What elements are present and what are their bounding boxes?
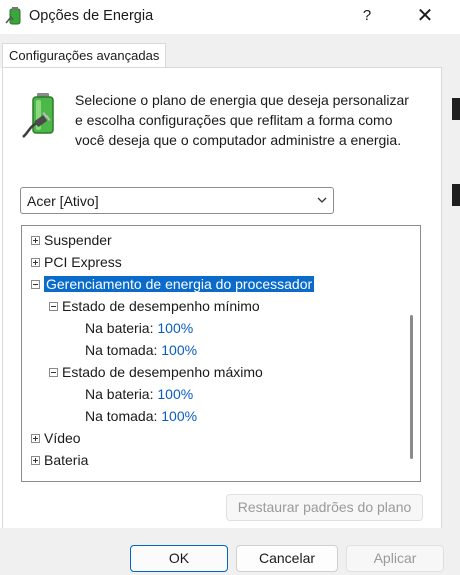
tree-item-pci-express[interactable]: PCI Express bbox=[31, 251, 122, 273]
expand-icon[interactable] bbox=[31, 455, 40, 465]
power-options-icon bbox=[5, 7, 21, 25]
max-plugged-value[interactable]: 100% bbox=[161, 408, 197, 424]
cancel-button[interactable]: Cancelar bbox=[236, 545, 338, 572]
close-button[interactable]: ✕ bbox=[402, 0, 448, 32]
expand-icon[interactable] bbox=[31, 235, 40, 245]
power-plan-dropdown[interactable]: Acer [Ativo] bbox=[20, 187, 334, 214]
settings-tree[interactable]: Suspender PCI Express Gerenciamento de e… bbox=[21, 225, 421, 482]
min-plugged-value[interactable]: 100% bbox=[161, 342, 197, 358]
title-bar: Opções de Energia ? ✕ bbox=[0, 0, 460, 34]
ok-button[interactable]: OK bbox=[130, 545, 228, 572]
restore-defaults-button[interactable]: Restaurar padrões do plano bbox=[226, 494, 423, 521]
tree-item-processor-power[interactable]: Gerenciamento de energia do processador bbox=[31, 273, 315, 295]
expand-icon[interactable] bbox=[31, 257, 40, 267]
tree-item-min-plugged[interactable]: Na tomada: 100% bbox=[85, 339, 197, 361]
max-battery-value[interactable]: 100% bbox=[157, 386, 193, 402]
apply-button[interactable]: Aplicar bbox=[346, 545, 444, 572]
help-button[interactable]: ? bbox=[352, 0, 382, 32]
background-mark bbox=[452, 184, 460, 206]
power-plan-value: Acer [Ativo] bbox=[27, 193, 99, 209]
background-window-edge bbox=[442, 34, 460, 575]
tab-strip: Configurações avançadas bbox=[0, 34, 460, 68]
window-title: Opções de Energia bbox=[29, 8, 154, 24]
tree-item-video[interactable]: Vídeo bbox=[31, 427, 81, 449]
tree-item-min-battery[interactable]: Na bateria: 100% bbox=[85, 317, 193, 339]
tab-advanced-settings[interactable]: Configurações avançadas bbox=[2, 43, 167, 68]
tree-scrollbar[interactable] bbox=[407, 226, 420, 481]
chevron-down-icon bbox=[317, 197, 327, 203]
collapse-icon[interactable] bbox=[31, 279, 40, 289]
collapse-icon[interactable] bbox=[49, 301, 58, 311]
tree-item-max-state[interactable]: Estado de desempenho máximo bbox=[49, 361, 263, 383]
collapse-icon[interactable] bbox=[49, 367, 58, 377]
scrollbar-thumb[interactable] bbox=[410, 315, 413, 459]
tree-item-max-battery[interactable]: Na bateria: 100% bbox=[85, 383, 193, 405]
tree-item-max-plugged[interactable]: Na tomada: 100% bbox=[85, 405, 197, 427]
background-mark bbox=[452, 98, 460, 120]
tree-item-bateria[interactable]: Bateria bbox=[31, 449, 88, 471]
tree-item-min-state[interactable]: Estado de desempenho mínimo bbox=[49, 295, 260, 317]
expand-icon[interactable] bbox=[31, 433, 40, 443]
battery-plug-icon bbox=[22, 93, 54, 138]
min-battery-value[interactable]: 100% bbox=[157, 320, 193, 336]
plan-description: Selecione o plano de energia que deseja … bbox=[75, 92, 409, 148]
tree-item-suspender[interactable]: Suspender bbox=[31, 229, 112, 251]
